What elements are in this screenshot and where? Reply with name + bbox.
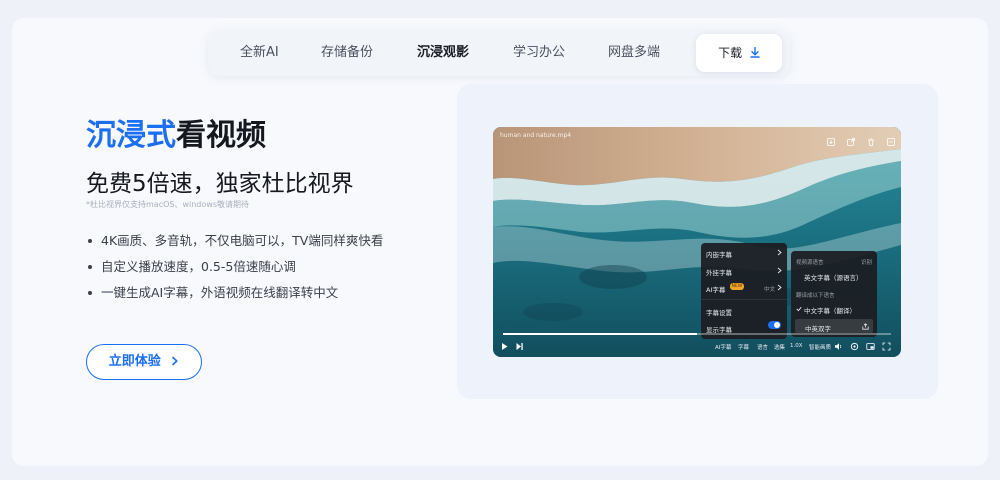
translate-heading: 翻译成以下语言 [796, 293, 835, 299]
list-item: 4K画质、多音轨，不仅电脑可以，TV端同样爽快看 [86, 232, 383, 258]
play-icon[interactable] [500, 342, 509, 351]
player-control-bar: AI字幕 字幕 语言 选集 1.0X 智能画质 [493, 339, 901, 355]
option-bilingual: 中英双字 [805, 325, 831, 333]
delete-icon[interactable] [867, 131, 875, 146]
more-icon[interactable] [887, 131, 895, 146]
try-now-button[interactable]: 立即体验 [86, 344, 202, 380]
menu-item-external-subtitles[interactable]: 外挂字幕 [706, 267, 782, 277]
tab-new-ai[interactable]: 全新AI [240, 30, 279, 76]
control-subtitles[interactable]: 字幕 [738, 343, 749, 351]
bullet-icon [88, 239, 92, 243]
tab-immersive-viewing[interactable]: 沉浸观影 [417, 30, 469, 76]
list-item: 自定义播放速度，0.5-5倍速随心调 [86, 258, 383, 284]
menu-divider [701, 299, 787, 300]
bullet-icon [88, 291, 92, 295]
menu-item-label: 外挂字幕 [706, 269, 732, 277]
option-chinese-translation[interactable]: 中文字幕（翻译） [804, 305, 856, 315]
feature-tab-bar: 全新AI 存储备份 沉浸观影 学习办公 网盘多端 下载 [208, 30, 790, 76]
feature-text: 4K画质、多音轨，不仅电脑可以，TV端同样爽快看 [101, 233, 384, 248]
option-english-source[interactable]: 英文字幕（源语言） [804, 272, 863, 282]
download-label: 下载 [718, 46, 743, 60]
control-speed[interactable]: 1.0X [790, 343, 803, 349]
menu-item-subtitle-settings[interactable]: 字幕设置 [706, 307, 732, 317]
hero-subtitle: 免费5倍速，独家杜比视界 [86, 171, 354, 197]
download-button[interactable]: 下载 [696, 34, 782, 72]
chevron-right-icon [777, 267, 782, 274]
feature-text: 一键生成AI字幕，外语视频在线翻译转中文 [101, 285, 339, 300]
option-bilingual-row[interactable]: 中英双字 [795, 319, 873, 333]
menu-item-label: AI字幕 [706, 286, 726, 294]
feature-list: 4K画质、多音轨，不仅电脑可以，TV端同样爽快看 自定义播放速度，0.5-5倍速… [86, 232, 383, 310]
tab-study-office[interactable]: 学习办公 [513, 30, 565, 76]
menu-item-embedded-subtitles[interactable]: 内嵌字幕 [706, 249, 782, 259]
list-item: 一键生成AI字幕，外语视频在线翻译转中文 [86, 284, 383, 310]
hero-title-rest: 看视频 [176, 118, 266, 153]
try-now-label: 立即体验 [108, 354, 161, 369]
checkmark-icon [796, 306, 802, 312]
chevron-right-icon [777, 249, 782, 256]
hero-title-accent: 沉浸式 [86, 118, 176, 153]
download-icon[interactable] [826, 131, 835, 146]
fullscreen-icon[interactable] [882, 342, 891, 351]
menu-item-ai-subtitles[interactable]: AI字幕 NEW 中文 [706, 283, 782, 294]
toggle-knob [774, 322, 780, 328]
tab-storage-backup[interactable]: 存储备份 [321, 30, 373, 76]
download-icon [750, 47, 760, 58]
bullet-icon [88, 265, 92, 269]
new-badge: NEW [730, 283, 744, 290]
video-file-name: human and nature.mp4 [500, 132, 572, 139]
identify-link[interactable]: 识别 [861, 258, 872, 266]
chevron-right-icon [172, 356, 178, 366]
share-icon[interactable] [846, 131, 855, 146]
settings-gear-icon[interactable] [850, 342, 859, 351]
control-ai-subtitles[interactable]: AI字幕 [715, 343, 731, 351]
feature-text: 自定义播放速度，0.5-5倍速随心调 [101, 259, 296, 274]
volume-icon[interactable] [834, 342, 843, 351]
playback-progress-bar[interactable] [503, 333, 891, 335]
control-quality[interactable]: 智能画质 [809, 343, 831, 351]
control-language[interactable]: 语言 [757, 343, 768, 351]
menu-item-label: 内嵌字幕 [706, 251, 732, 259]
tab-multi-device[interactable]: 网盘多端 [608, 30, 660, 76]
picture-in-picture-icon[interactable] [866, 342, 875, 351]
next-icon[interactable] [515, 342, 524, 351]
progress-fill [503, 333, 697, 335]
show-subtitles-toggle[interactable] [768, 321, 781, 329]
ai-subtitle-language: 中文 [764, 287, 776, 293]
hero-title: 沉浸式看视频 [86, 110, 266, 154]
control-episodes[interactable]: 选集 [774, 343, 785, 351]
hero-footnote: *杜比视界仅支持macOS、windows敬请期待 [86, 200, 249, 209]
chevron-right-icon [777, 284, 782, 291]
player-top-toolbar [820, 131, 895, 150]
source-language-heading: 视频源语言 [796, 260, 824, 266]
export-icon[interactable] [862, 323, 869, 330]
